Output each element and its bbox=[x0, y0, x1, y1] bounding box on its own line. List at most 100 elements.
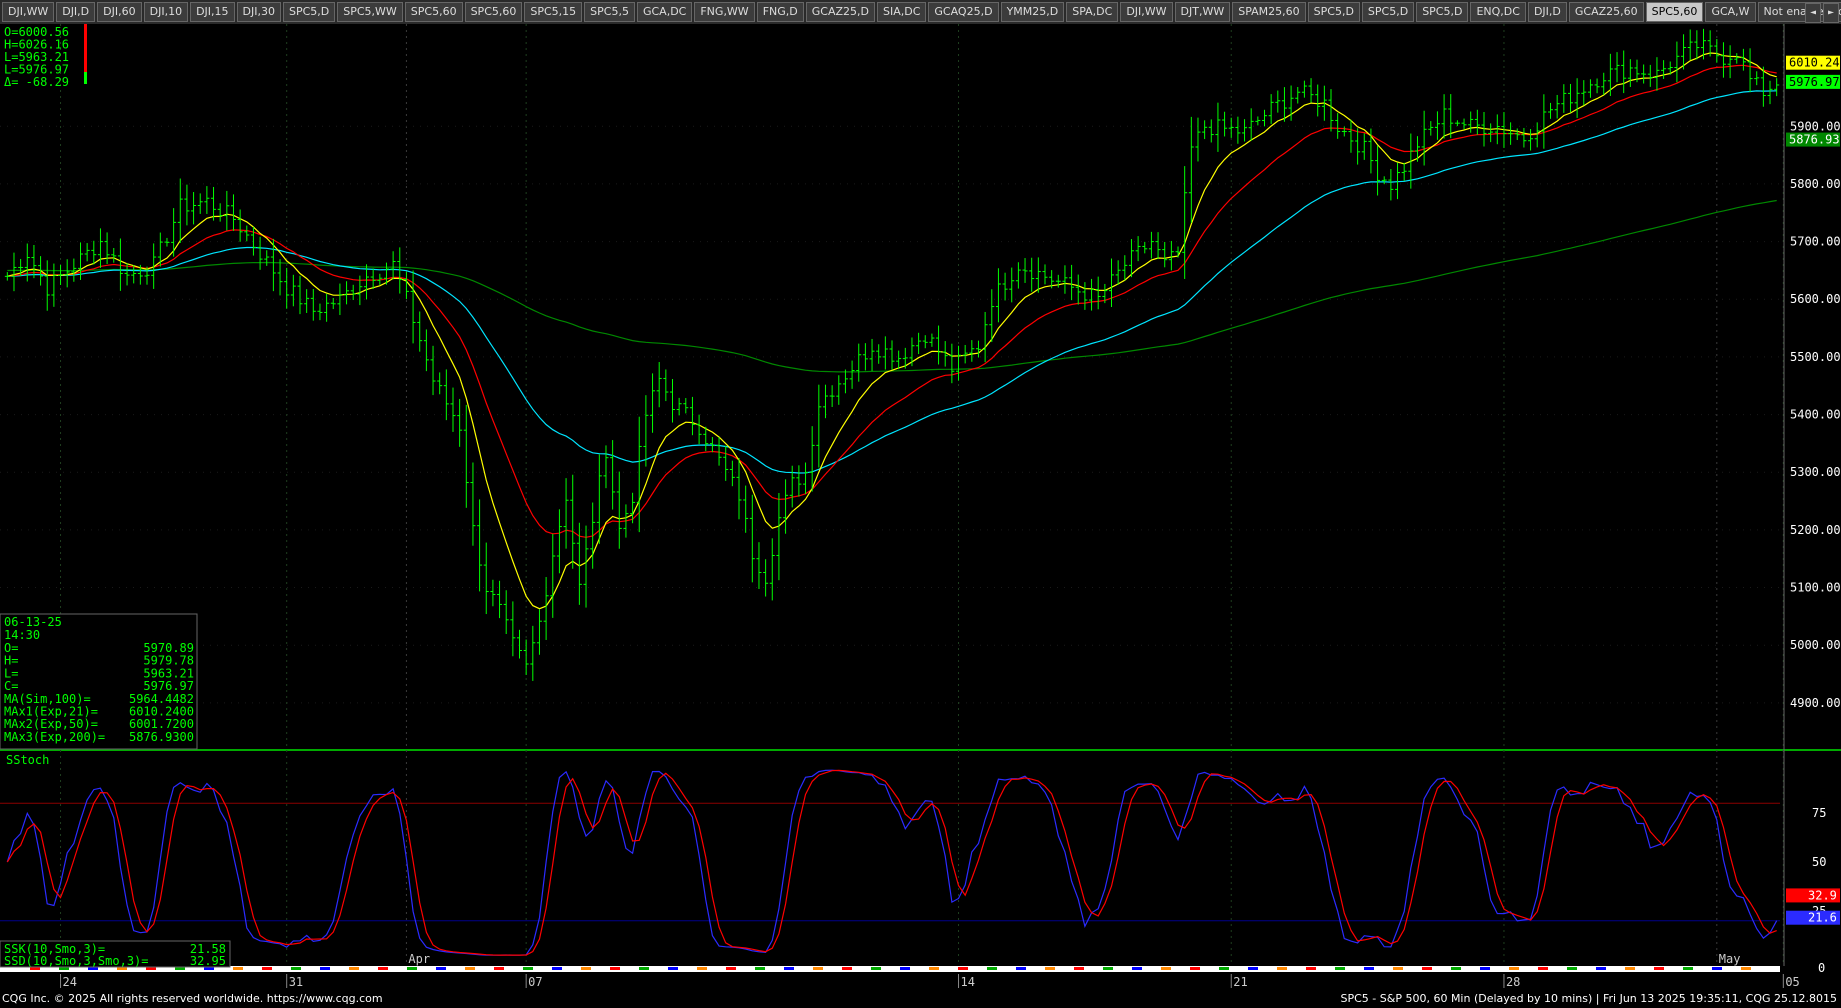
tab-dji-ww[interactable]: DJI,WW bbox=[2, 2, 55, 22]
tab-enq-dc[interactable]: ENQ,DC bbox=[1470, 2, 1526, 22]
day-label: 28 bbox=[1506, 975, 1520, 989]
tab-gca-dc[interactable]: GCA,DC bbox=[636, 2, 693, 22]
range-marker-green bbox=[84, 72, 87, 84]
tab-dji-d[interactable]: DJI,D bbox=[56, 2, 96, 22]
day-label: 14 bbox=[961, 975, 975, 989]
session-marker bbox=[610, 967, 620, 970]
session-marker bbox=[1480, 967, 1490, 970]
session-marker bbox=[262, 967, 272, 970]
session-marker bbox=[291, 967, 301, 970]
tab-ymm25-d[interactable]: YMM25,D bbox=[1000, 2, 1065, 22]
day-label: 07 bbox=[528, 975, 542, 989]
session-marker bbox=[1161, 967, 1171, 970]
stoch-readout-value: 32.95 bbox=[190, 954, 226, 968]
session-marker bbox=[378, 967, 388, 970]
session-marker bbox=[958, 967, 968, 970]
ohlc-readout-line: Δ= -68.29 bbox=[4, 75, 69, 89]
tab-gcaq25-d[interactable]: GCAQ25,D bbox=[928, 2, 999, 22]
tab-spc5-5[interactable]: SPC5,5 bbox=[584, 2, 635, 22]
tab-dji-d[interactable]: DJI,D bbox=[1527, 2, 1567, 22]
price-tick-label: 5500.00 bbox=[1790, 350, 1841, 364]
tab-spc5-d[interactable]: SPC5,D bbox=[1307, 2, 1360, 22]
session-marker bbox=[842, 967, 852, 970]
session-marker bbox=[1538, 967, 1548, 970]
tab-gcaz25-60[interactable]: GCAZ25,60 bbox=[1568, 2, 1644, 22]
price-chart[interactable]: 4900.00 5000.00 5100.00 5200.00 5300.00 5400.… bbox=[0, 24, 1841, 990]
day-label: 21 bbox=[1233, 975, 1247, 989]
day-label: 31 bbox=[289, 975, 303, 989]
data-window-value: 5876.9300 bbox=[129, 730, 194, 744]
price-tick-label: 5400.00 bbox=[1790, 408, 1841, 422]
instrument-status-text: SPC5 - S&P 500, 60 Min (Delayed by 10 mi… bbox=[1340, 992, 1837, 1005]
tab-djt-ww[interactable]: DJT,WW bbox=[1174, 2, 1231, 22]
tab-gcaz25-d[interactable]: GCAZ25,D bbox=[805, 2, 875, 22]
session-marker bbox=[465, 967, 475, 970]
stoch-readout-label: SSD(10,Smo,3,Smo,3)= bbox=[4, 954, 149, 968]
session-marker bbox=[1045, 967, 1055, 970]
tab-dji-ww[interactable]: DJI,WW bbox=[1120, 2, 1173, 22]
stoch-tick-label: 75 bbox=[1812, 806, 1826, 820]
tab-spc5-60[interactable]: SPC5,60 bbox=[404, 2, 463, 22]
stoch-tick-label: 50 bbox=[1812, 855, 1826, 869]
day-label: 24 bbox=[63, 975, 77, 989]
tab-fng-ww[interactable]: FNG,WW bbox=[694, 2, 755, 22]
session-marker bbox=[697, 967, 707, 970]
tab-dji-10[interactable]: DJI,10 bbox=[143, 2, 189, 22]
stoch-zero-label: 0 bbox=[1818, 961, 1825, 975]
tab-sia-dc[interactable]: SIA,DC bbox=[876, 2, 927, 22]
session-marker bbox=[581, 967, 591, 970]
tab-fng-d[interactable]: FNG,D bbox=[756, 2, 804, 22]
session-marker bbox=[233, 967, 243, 970]
chart-background bbox=[0, 24, 1841, 990]
session-marker bbox=[1567, 967, 1577, 970]
session-marker bbox=[987, 967, 997, 970]
session-marker bbox=[1712, 967, 1722, 970]
session-marker bbox=[1393, 967, 1403, 970]
price-tick-label: 5200.00 bbox=[1790, 523, 1841, 537]
copyright-text: CQG Inc. © 2025 All rights reserved worl… bbox=[2, 992, 383, 1005]
session-marker bbox=[1074, 967, 1084, 970]
session-marker bbox=[871, 967, 881, 970]
tab-spa-dc[interactable]: SPA,DC bbox=[1066, 2, 1119, 22]
tab-scroll-arrows: ◄ ► bbox=[1803, 3, 1839, 23]
tab-spc5-60[interactable]: SPC5,60 bbox=[1645, 2, 1704, 22]
price-badge-label: 5976.97 bbox=[1789, 75, 1840, 89]
tab-dji-15[interactable]: DJI,15 bbox=[190, 2, 235, 22]
session-marker bbox=[1306, 967, 1316, 970]
tab-gca-w[interactable]: GCA,W bbox=[1705, 2, 1756, 22]
stoch-title: SStoch bbox=[6, 753, 49, 767]
scroll-right-icon[interactable]: ► bbox=[1823, 3, 1839, 23]
session-marker bbox=[523, 967, 533, 970]
tab-spc5-60[interactable]: SPC5,60 bbox=[464, 2, 523, 22]
scroll-left-icon[interactable]: ◄ bbox=[1805, 3, 1821, 23]
session-marker bbox=[784, 967, 794, 970]
stoch-badge-label: 21.6 bbox=[1808, 911, 1837, 925]
tab-spc5-15[interactable]: SPC5,15 bbox=[524, 2, 583, 22]
price-tick-label: 5300.00 bbox=[1790, 465, 1841, 479]
session-marker bbox=[1683, 967, 1693, 970]
tab-dji-60[interactable]: DJI,60 bbox=[97, 2, 142, 22]
tab-spc5-ww[interactable]: SPC5,WW bbox=[337, 2, 403, 22]
tab-spam25-60[interactable]: SPAM25,60 bbox=[1232, 2, 1306, 22]
day-label: 05 bbox=[1785, 975, 1799, 989]
tab-spc5-d[interactable]: SPC5,D bbox=[1361, 2, 1415, 22]
month-label: May bbox=[1719, 952, 1741, 966]
session-marker bbox=[813, 967, 823, 970]
price-tick-label: 5100.00 bbox=[1790, 581, 1841, 595]
tab-spc5-d[interactable]: SPC5,D bbox=[1416, 2, 1469, 22]
session-marker bbox=[320, 967, 330, 970]
session-marker bbox=[1016, 967, 1026, 970]
tab-dji-30[interactable]: DJI,30 bbox=[236, 2, 281, 22]
session-marker bbox=[1364, 967, 1374, 970]
session-marker bbox=[726, 967, 736, 970]
session-marker bbox=[1451, 967, 1461, 970]
price-badge-label: 5876.93 bbox=[1789, 133, 1840, 147]
tab-spc5-d[interactable]: SPC5,D bbox=[282, 2, 336, 22]
stoch-badge-label: 32.9 bbox=[1808, 888, 1837, 902]
session-marker bbox=[1625, 967, 1635, 970]
data-window-date: 06-13-25 bbox=[4, 615, 62, 629]
price-tick-label: 5700.00 bbox=[1790, 235, 1841, 249]
data-window-time: 14:30 bbox=[4, 628, 40, 642]
price-tick-label: 4900.00 bbox=[1790, 696, 1841, 710]
session-marker bbox=[349, 967, 359, 970]
